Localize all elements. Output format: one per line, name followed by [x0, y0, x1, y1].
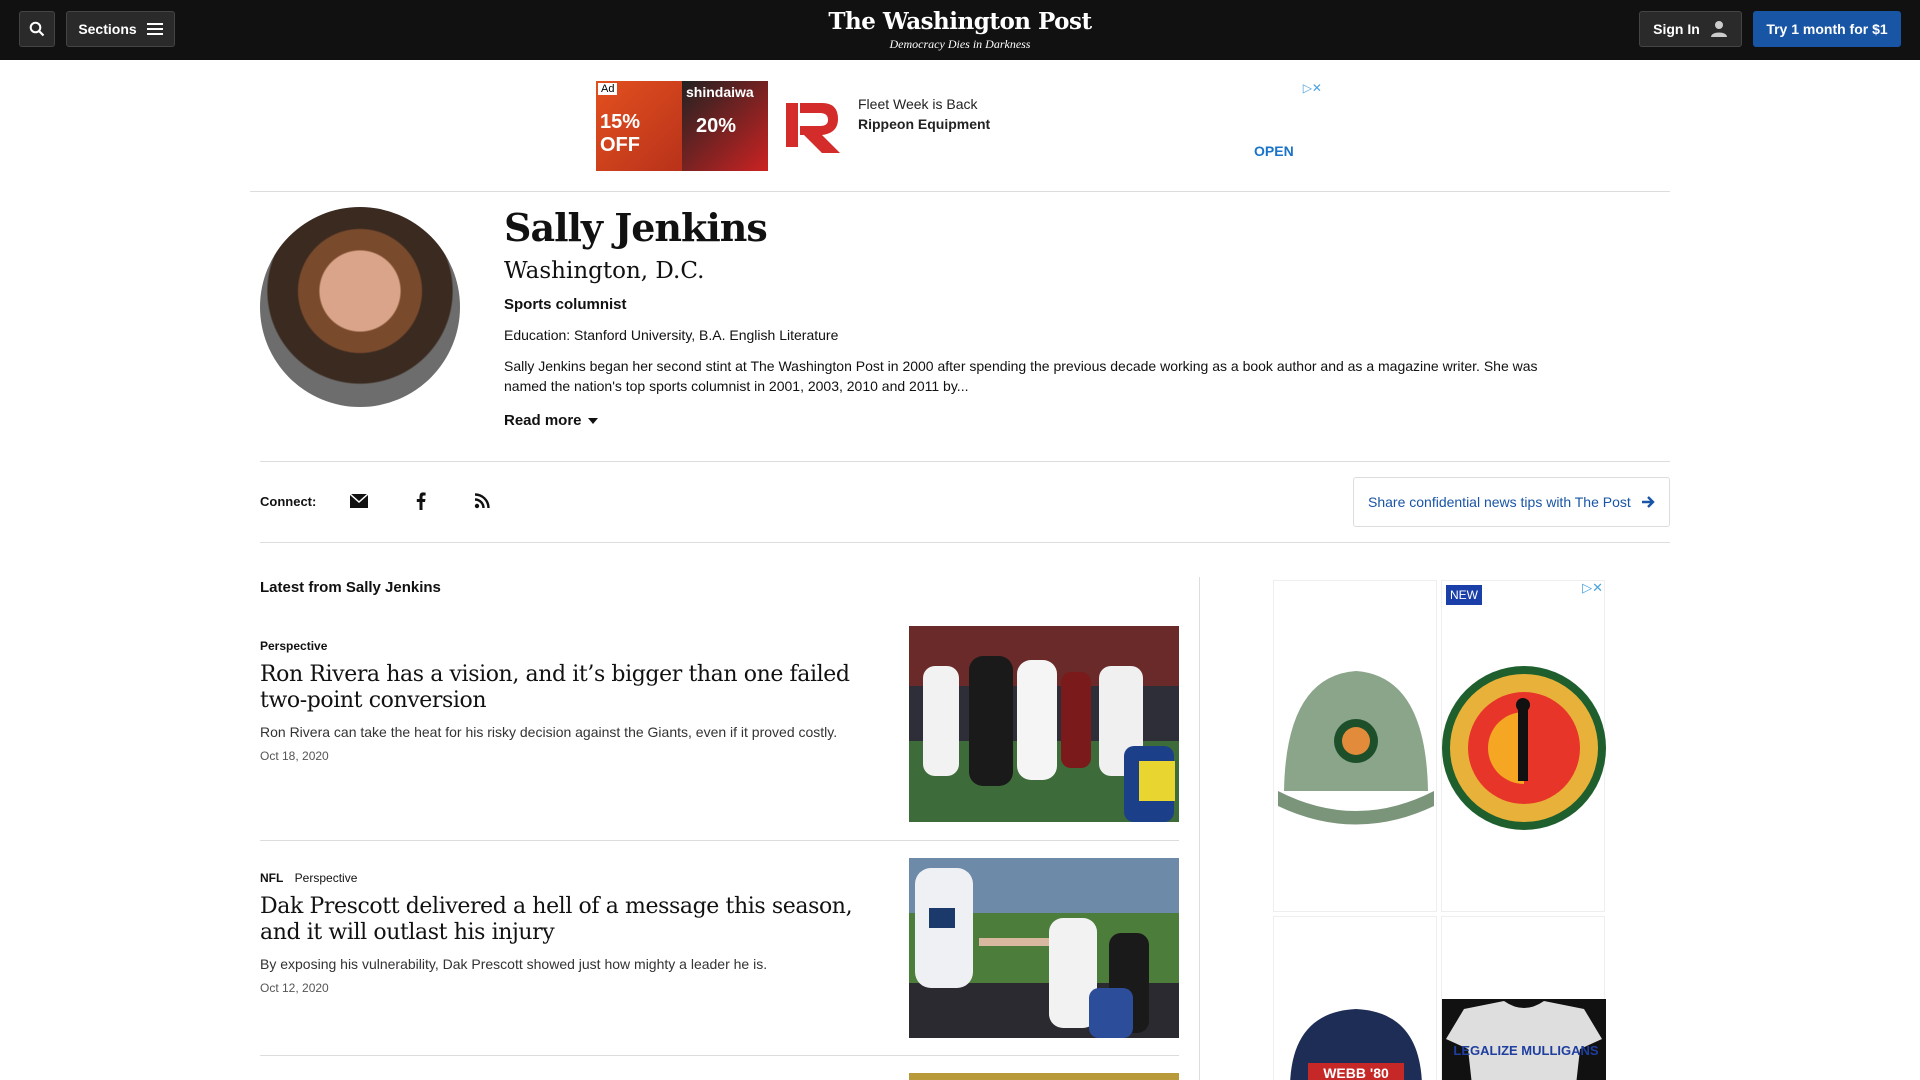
email-icon[interactable] — [348, 490, 370, 512]
new-badge: NEW — [1446, 585, 1482, 605]
ad-headline: Fleet Week is Back — [858, 96, 978, 112]
column-divider — [1199, 577, 1200, 1080]
article-date: Oct 18, 2020 — [260, 749, 329, 763]
connect-label: Connect: — [260, 494, 317, 509]
author-name: Sally Jenkins — [504, 205, 768, 250]
sidebar-ad[interactable]: NEW ▷✕ WEBB '80 LEGALIZE MULLIGANS — [1273, 580, 1607, 1080]
article-thumbnail[interactable] — [909, 858, 1179, 1038]
article-label[interactable]: Perspective — [295, 871, 358, 885]
ad-product-golf-patch[interactable]: NEW — [1441, 580, 1606, 912]
author-bio: Sally Jenkins began her second stint at … — [504, 358, 1538, 394]
ad-advertiser: Rippeon Equipment — [858, 116, 991, 132]
author-education: Education: Stanford University, B.A. Eng… — [504, 327, 839, 343]
ad-image-brand: shindaiwa — [686, 84, 754, 100]
article-headline[interactable]: Ron Rivera has a vision, and it’s bigger… — [260, 662, 870, 714]
author-location: Washington, D.C. — [504, 258, 705, 284]
arrow-right-icon — [1642, 496, 1655, 508]
try-label: Try 1 month for $1 — [1766, 21, 1888, 37]
user-icon — [1710, 21, 1727, 37]
read-more-button[interactable]: Read more — [504, 412, 598, 429]
author-photo — [260, 207, 460, 407]
ad-label: Ad — [598, 83, 618, 95]
caret-down-icon — [587, 417, 598, 424]
article-kicker: NFL Perspective — [260, 871, 357, 885]
top-banner-ad[interactable]: 15% OFF shindaiwa 20% Ad Fleet Week is B… — [596, 81, 1324, 171]
feed-title: Latest from Sally Jenkins — [260, 579, 441, 596]
ad-image: 15% OFF shindaiwa 20% Ad — [596, 81, 768, 171]
ad-cap-text: WEBB '80 — [1323, 1065, 1389, 1080]
read-more-label: Read more — [504, 412, 582, 429]
article-label[interactable]: Perspective — [260, 639, 327, 653]
rippeon-logo-icon — [786, 103, 840, 153]
ad-product-green-cap[interactable] — [1273, 580, 1437, 912]
author-role: Sports columnist — [504, 296, 627, 313]
sign-in-label: Sign In — [1653, 21, 1700, 37]
site-logo[interactable]: The Washington Post Democracy Dies in Da… — [810, 8, 1110, 52]
article-section[interactable]: NFL — [260, 871, 283, 885]
ad-product-shirt[interactable]: LEGALIZE MULLIGANS — [1441, 916, 1606, 1080]
sections-label: Sections — [78, 21, 137, 37]
search-icon — [29, 21, 45, 37]
ad-close-icon[interactable]: ▷✕ — [1303, 81, 1322, 95]
divider — [260, 840, 1179, 841]
facebook-icon[interactable] — [410, 490, 432, 512]
search-button[interactable] — [19, 11, 55, 47]
top-navigation-bar: Sections The Washington Post Democracy D… — [0, 0, 1920, 60]
divider — [260, 1055, 1179, 1056]
ad-offer-1: 15% OFF — [600, 111, 641, 156]
ad-offer-2: 20% — [696, 115, 737, 137]
sign-in-button[interactable]: Sign In — [1639, 11, 1742, 47]
news-tips-label: Share confidential news tips with The Po… — [1368, 494, 1631, 510]
tagline: Democracy Dies in Darkness — [889, 37, 1031, 51]
article-thumbnail[interactable] — [909, 1073, 1179, 1080]
article-blurb: Ron Rivera can take the heat for his ris… — [260, 724, 838, 740]
sections-button[interactable]: Sections — [66, 11, 175, 47]
divider — [260, 542, 1670, 543]
divider — [260, 461, 1670, 462]
article-thumbnail[interactable] — [909, 626, 1179, 822]
article-kicker: Perspective — [260, 639, 335, 653]
ad-close-icon[interactable]: ▷✕ — [1582, 580, 1603, 596]
article-date: Oct 12, 2020 — [260, 981, 329, 995]
try-subscription-button[interactable]: Try 1 month for $1 — [1753, 11, 1901, 47]
article-blurb: By exposing his vulnerability, Dak Presc… — [260, 956, 768, 972]
divider — [250, 191, 1670, 192]
menu-icon — [146, 23, 163, 35]
ad-open-button[interactable]: OPEN — [1254, 143, 1294, 159]
news-tips-link[interactable]: Share confidential news tips with The Po… — [1353, 477, 1670, 527]
ad-shirt-text: LEGALIZE MULLIGANS — [1453, 1043, 1598, 1058]
logo-text: The Washington Post — [828, 8, 1092, 35]
article-headline[interactable]: Dak Prescott delivered a hell of a messa… — [260, 894, 870, 946]
rss-icon[interactable] — [471, 490, 493, 512]
ad-product-webb-cap[interactable]: WEBB '80 — [1273, 916, 1437, 1080]
